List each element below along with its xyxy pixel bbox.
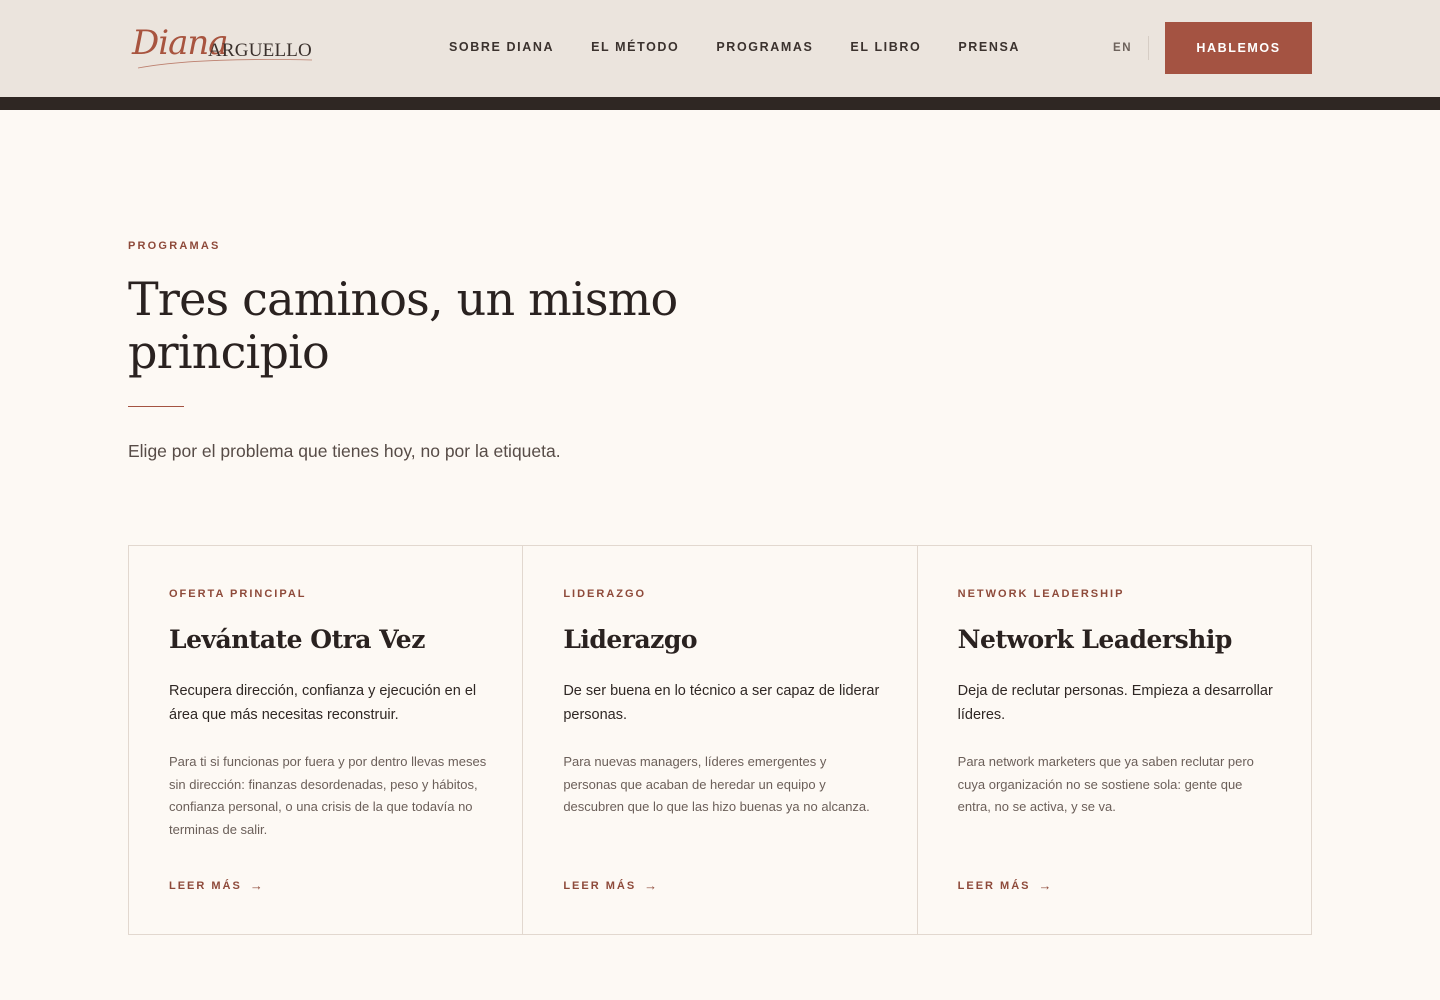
hablemos-button[interactable]: HABLEMOS: [1165, 22, 1312, 74]
card-description: Para nuevas managers, líderes emergentes…: [563, 754, 870, 815]
card-description: Para ti si funcionas por fuera y por den…: [169, 754, 487, 838]
card-tag: OFERTA PRINCIPAL: [169, 588, 307, 600]
card-lead: Deja de reclutar personas. Empieza a des…: [957, 683, 1273, 723]
nav-item-el-libro[interactable]: EL LIBRO: [850, 40, 921, 55]
card-tag: LIDERAZGO: [563, 588, 647, 600]
main-nav: SOBRE DIANA EL MÉTODO PROGRAMAS EL LIBRO…: [449, 40, 1057, 55]
title-underline: [128, 406, 184, 407]
arrow-right-icon: →: [644, 878, 658, 893]
section-eyebrow: PROGRAMAS: [128, 240, 221, 252]
lang-divider: [1148, 36, 1149, 60]
card-title: Network Leadership: [957, 625, 1233, 654]
program-cards: OFERTA PRINCIPAL Levántate Otra Vez Recu…: [128, 545, 1312, 935]
program-card: NETWORK LEADERSHIP Network Leadership De…: [918, 546, 1311, 934]
section-intro: Elige por el problema que tienes hoy, no…: [128, 441, 561, 461]
read-more-link[interactable]: LEER MÁS →: [169, 879, 263, 893]
read-more-label: LEER MÁS: [957, 880, 1031, 892]
read-more-label: LEER MÁS: [169, 880, 242, 892]
nav-item-programas[interactable]: PROGRAMAS: [716, 40, 813, 55]
card-lead: De ser buena en lo técnico a ser capaz d…: [563, 683, 880, 723]
logo-caps: ARGUELLO: [208, 40, 312, 61]
nav-item-sobre-diana[interactable]: SOBRE DIANA: [449, 40, 554, 55]
language-switch[interactable]: EN: [1113, 41, 1132, 55]
section-title: Tres caminos, un mismo principio: [128, 272, 678, 379]
nav-item-prensa[interactable]: PRENSA: [958, 40, 1020, 55]
arrow-right-icon: →: [249, 878, 263, 893]
header-divider-strip: [0, 97, 1440, 110]
brand-logo[interactable]: Diana ARGUELLO: [130, 22, 320, 74]
card-title: Levántate Otra Vez: [169, 625, 425, 654]
read-more-link[interactable]: LEER MÁS →: [958, 879, 1052, 893]
read-more-link[interactable]: LEER MÁS →: [563, 879, 657, 893]
arrow-right-icon: →: [1038, 878, 1052, 893]
card-tag: NETWORK LEADERSHIP: [957, 588, 1125, 600]
card-description: Para network marketers que ya saben recl…: [957, 754, 1254, 815]
program-card: LIDERAZGO Liderazgo De ser buena en lo t…: [523, 546, 918, 934]
read-more-label: LEER MÁS: [563, 880, 637, 892]
card-title: Liderazgo: [563, 625, 698, 654]
program-card: OFERTA PRINCIPAL Levántate Otra Vez Recu…: [129, 546, 524, 934]
nav-item-el-metodo[interactable]: EL MÉTODO: [591, 40, 679, 55]
card-lead: Recupera dirección, confianza y ejecució…: [169, 683, 477, 723]
site-header: Diana ARGUELLO SOBRE DIANA EL MÉTODO PRO…: [0, 0, 1440, 97]
